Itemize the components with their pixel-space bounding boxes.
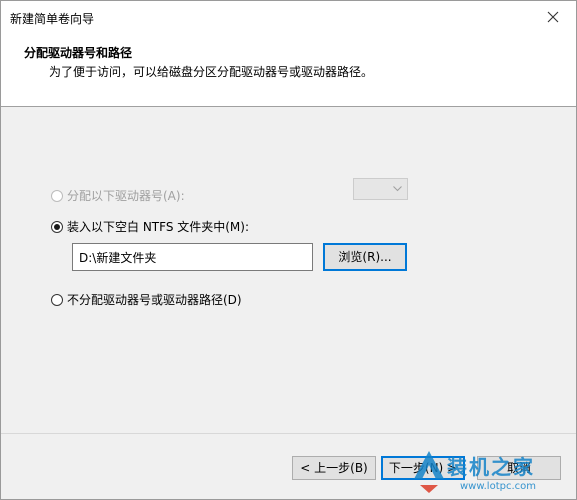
next-button[interactable]: 下一步(N) > [381,456,465,480]
wizard-window: 新建简单卷向导 分配驱动器号和路径 为了便于访问，可以给磁盘分区分配驱动器号或驱… [0,0,577,500]
mount-folder-radio[interactable] [51,220,63,233]
page-subtitle: 为了便于访问，可以给磁盘分区分配驱动器号或驱动器路径。 [49,65,374,79]
back-button[interactable]: < 上一步(B) [292,456,376,480]
page-title: 分配驱动器号和路径 [24,46,133,60]
no-assign-radio[interactable] [51,293,63,306]
assign-letter-label: 分配以下驱动器号(A): [67,189,185,203]
wizard-content: 分配以下驱动器号(A): 装入以下空白 NTFS 文件夹中(M): 浏览(R).… [1,107,576,433]
assign-letter-radio[interactable] [51,189,63,202]
close-icon [547,11,559,23]
close-button[interactable] [530,1,576,33]
window-title: 新建简单卷向导 [10,12,95,26]
assign-letter-option[interactable]: 分配以下驱动器号(A): [51,187,185,204]
drive-letter-dropdown[interactable] [353,178,408,200]
mount-folder-label: 装入以下空白 NTFS 文件夹中(M): [67,220,250,234]
chevron-down-icon [393,186,402,192]
folder-path-input[interactable] [72,243,313,271]
cancel-button[interactable]: 取消 [477,456,561,480]
mount-folder-option[interactable]: 装入以下空白 NTFS 文件夹中(M): [51,218,249,235]
browse-button[interactable]: 浏览(R)... [323,243,407,271]
no-assign-option[interactable]: 不分配驱动器号或驱动器路径(D) [51,291,242,308]
title-bar: 新建简单卷向导 [1,1,576,33]
no-assign-label: 不分配驱动器号或驱动器路径(D) [67,293,242,307]
wizard-header: 分配驱动器号和路径 为了便于访问，可以给磁盘分区分配驱动器号或驱动器路径。 [1,33,576,107]
